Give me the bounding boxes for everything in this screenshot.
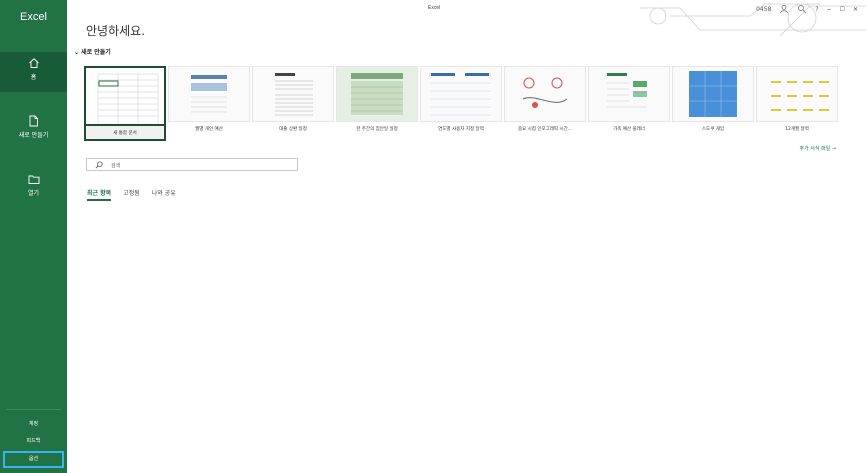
template-weekly-chores[interactable]: 한 주간의 집안일 일정	[336, 66, 418, 132]
nav-new[interactable]: 새로 만들기	[0, 115, 67, 147]
nav-options[interactable]: 옵션	[3, 451, 64, 468]
template-sudoku[interactable]: 스도쿠 게임	[672, 66, 754, 132]
timeline-preview	[522, 77, 568, 108]
template-thumbnail	[84, 66, 166, 126]
template-loan-schedule[interactable]: 대출 상환 일정	[252, 66, 334, 132]
template-custom-calendar[interactable]: 연도별 사용자 지정 달력	[420, 66, 502, 132]
tab-shared[interactable]: 나와 공유	[152, 188, 176, 201]
folder-icon	[28, 175, 39, 184]
more-templates-link[interactable]: 추가 서식 파일 →	[799, 145, 836, 152]
app-name: Excel	[20, 11, 47, 23]
template-thumbnail	[168, 66, 250, 122]
nav-home-label: 홈	[30, 74, 37, 81]
template-label: 가족 예산 플래너	[613, 127, 645, 132]
nav-open-label: 열기	[27, 190, 40, 197]
template-family-budget[interactable]: 가족 예산 플래너	[588, 66, 670, 132]
template-label: 월별 개인 예산	[195, 127, 223, 132]
sidebar: Excel 홈 새로 만들기 열기 계정 피드백 옵션	[0, 0, 67, 473]
template-thumbnail	[336, 66, 418, 122]
family-budget-preview	[607, 73, 647, 108]
tab-pinned[interactable]: 고정됨	[123, 188, 140, 201]
search-placeholder: 검색	[111, 163, 121, 169]
account-name[interactable]: 0458	[756, 6, 771, 13]
template-label: 대출 상환 일정	[279, 127, 307, 132]
user-icon[interactable]	[779, 4, 789, 14]
new-section-title: 새로 만들기	[81, 49, 111, 56]
document-tabs: 최근 항목 고정됨 나와 공유	[87, 188, 176, 201]
chores-preview	[351, 73, 403, 115]
nav-open[interactable]: 열기	[0, 174, 67, 204]
nav-feedback[interactable]: 피드백	[0, 437, 67, 444]
template-blank-workbook[interactable]: 새 통합 문서	[84, 66, 166, 141]
template-label: 12개월 달력	[785, 127, 809, 132]
template-label: 새 통합 문서	[84, 126, 166, 141]
template-thumbnail	[588, 66, 670, 122]
tab-recent[interactable]: 최근 항목	[87, 188, 112, 201]
yearly-calendar-preview	[771, 81, 829, 111]
blank-sheet-preview	[97, 73, 159, 124]
window-title: Excel	[428, 5, 441, 11]
chevron-down-icon: ⌄	[74, 49, 80, 56]
search-input[interactable]: 검색	[86, 158, 298, 171]
sidebar-divider	[6, 409, 61, 410]
budget-preview	[191, 75, 227, 113]
loan-preview	[275, 73, 313, 116]
coauthoring-icon[interactable]	[797, 4, 807, 14]
search-icon	[95, 161, 103, 169]
template-12-month-calendar[interactable]: 12개월 달력	[756, 66, 838, 132]
template-label: 스도쿠 게임	[701, 127, 725, 132]
minimize-button[interactable]: −	[827, 6, 832, 13]
restore-button[interactable]: ☐	[840, 6, 845, 13]
sudoku-preview	[689, 71, 737, 117]
template-monthly-budget[interactable]: 월별 개인 예산	[168, 66, 250, 132]
template-label: 중요 시점 인포그래픽 시간...	[517, 127, 573, 132]
template-label: 연도별 사용자 지정 달력	[438, 127, 484, 132]
help-button[interactable]: ?	[815, 6, 818, 13]
greeting: 안녕하세요.	[86, 24, 146, 38]
new-document-icon	[29, 115, 38, 127]
calendar-preview	[431, 73, 491, 116]
template-thumbnail	[252, 66, 334, 122]
template-thumbnail	[420, 66, 502, 122]
close-button[interactable]: ✕	[853, 6, 858, 13]
home-icon	[28, 58, 39, 68]
nav-account[interactable]: 계정	[0, 420, 67, 427]
template-thumbnail	[504, 66, 586, 122]
template-thumbnail	[672, 66, 754, 122]
nav-new-label: 새로 만들기	[18, 132, 49, 139]
titlebar-controls: 0458 ? − ☐ ✕	[756, 2, 858, 16]
template-thumbnail	[756, 66, 838, 122]
template-milestone-timeline[interactable]: 중요 시점 인포그래픽 시간...	[504, 66, 586, 132]
template-label: 한 주간의 집안일 일정	[356, 127, 398, 132]
new-section-header[interactable]: ⌄ 새로 만들기	[74, 47, 111, 56]
nav-home[interactable]: 홈	[0, 52, 67, 92]
